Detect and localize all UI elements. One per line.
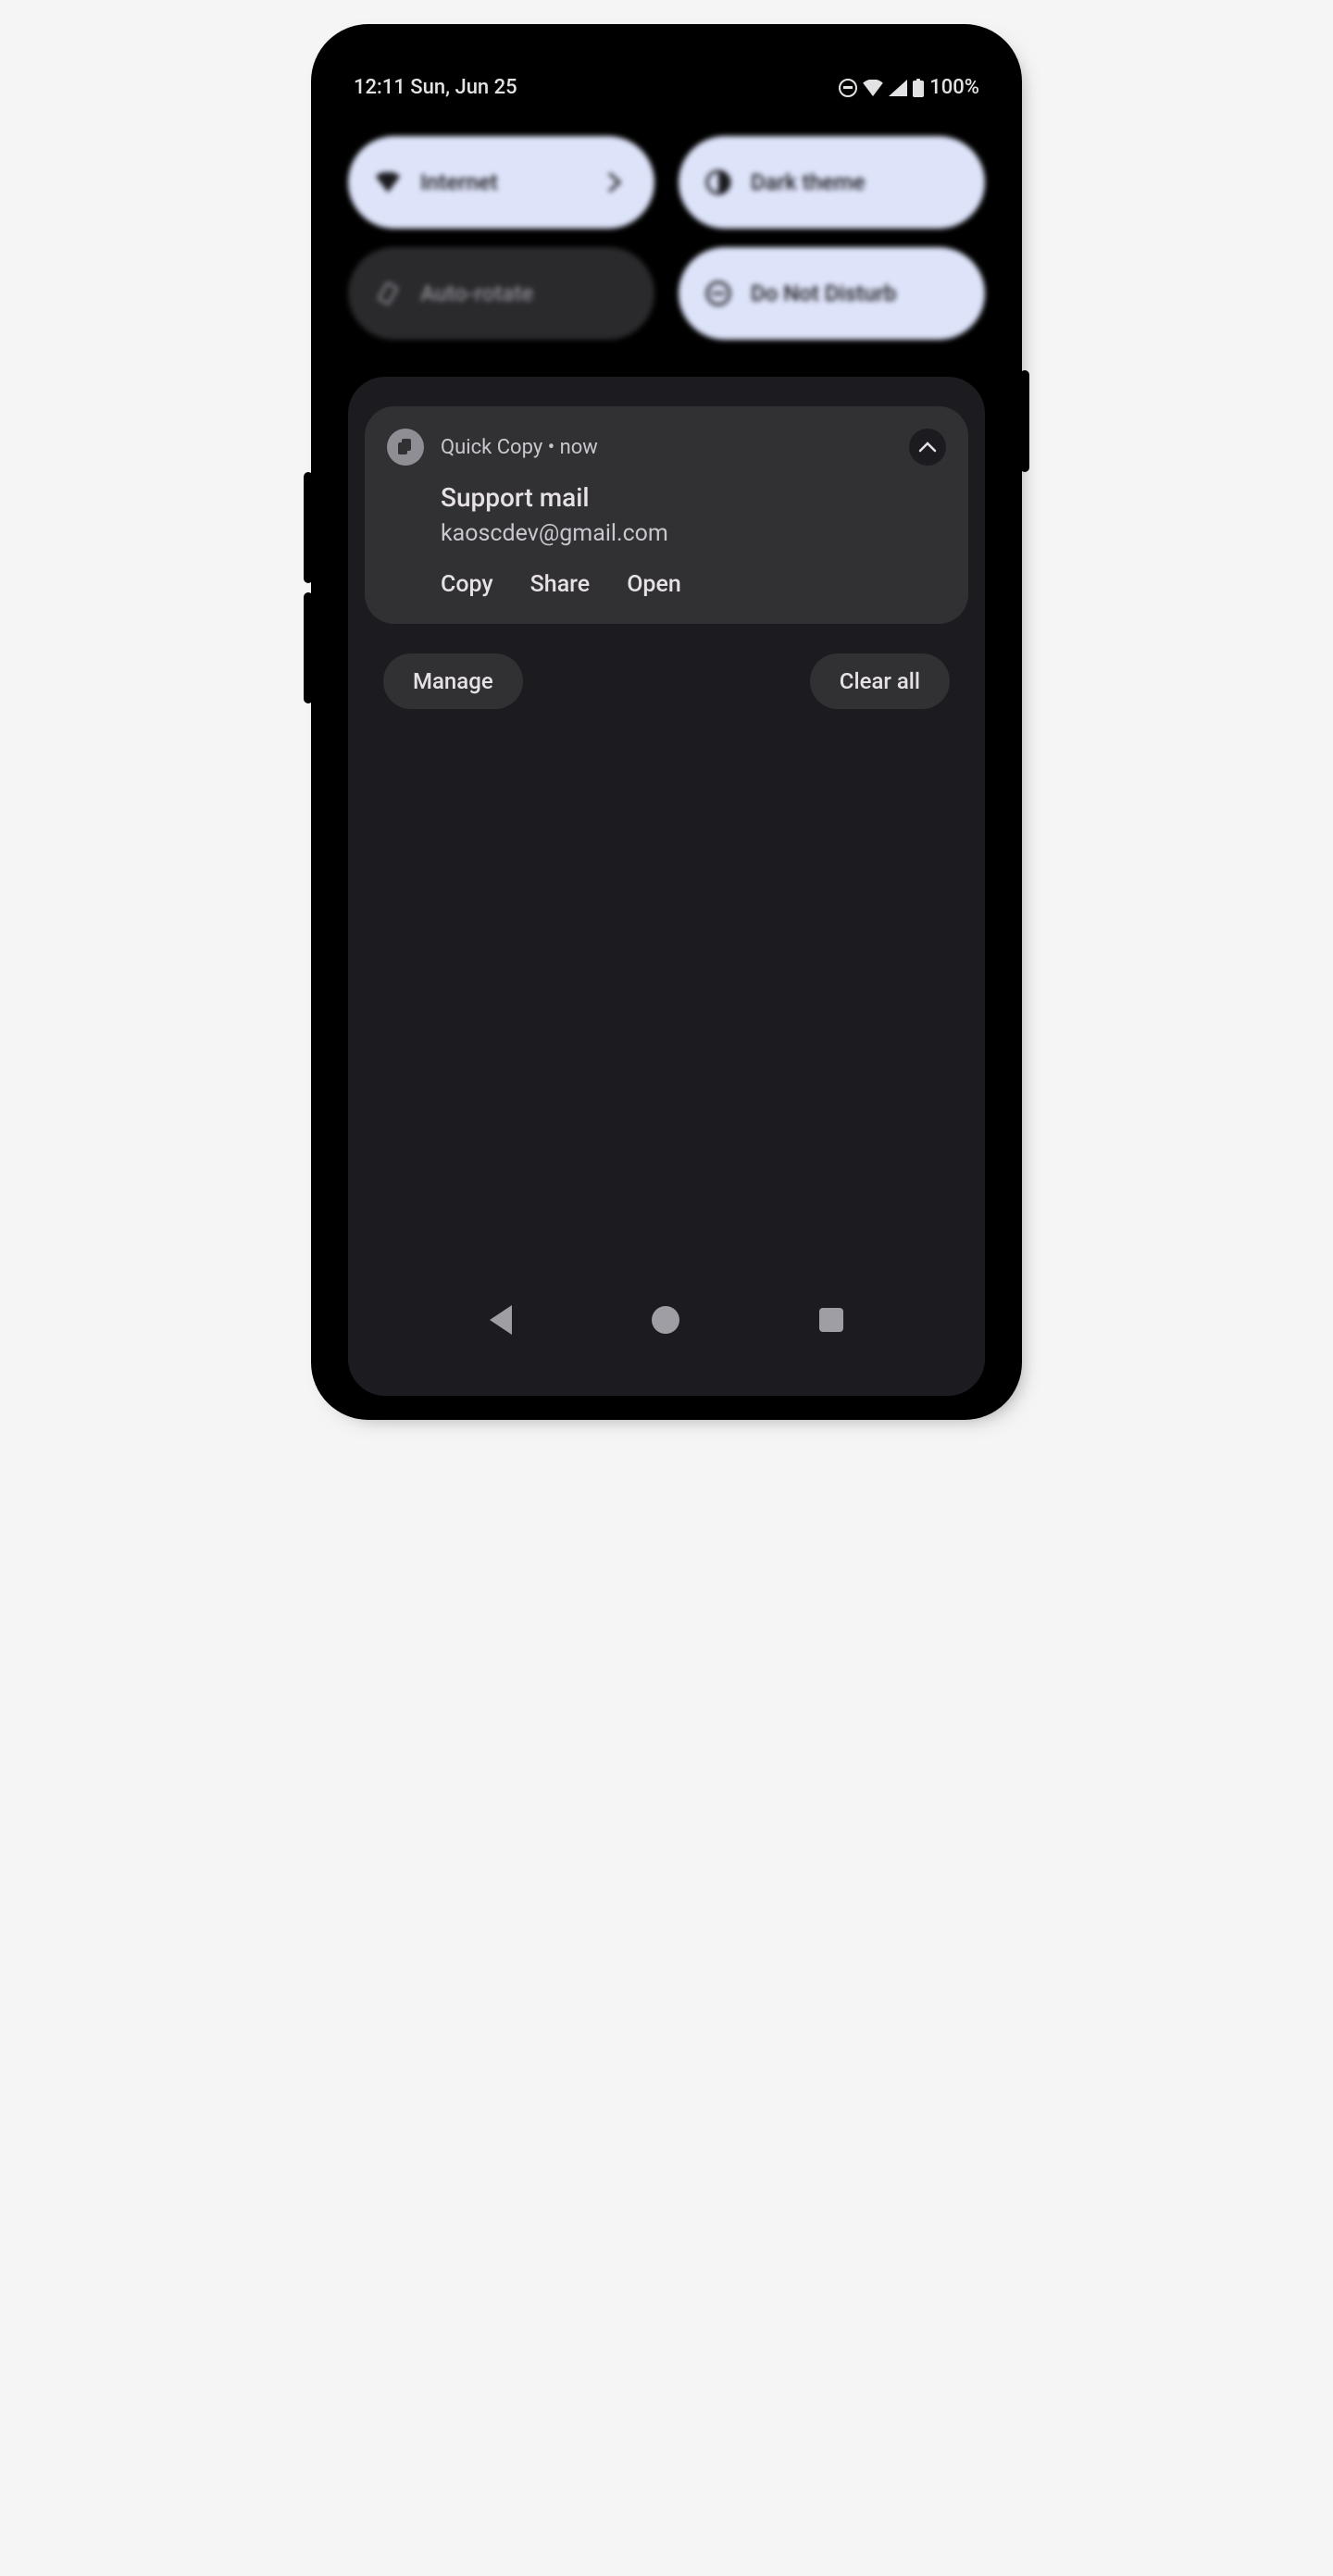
notification-card[interactable]: Quick Copy • now Support mail kaoscdev@g… [365, 406, 968, 624]
dnd-icon [704, 280, 732, 307]
notif-action-copy[interactable]: Copy [441, 571, 493, 598]
qs-dnd-label: Do Not Disturb [751, 280, 896, 306]
nav-home-button[interactable] [652, 1306, 679, 1334]
volume-down-button[interactable] [304, 592, 313, 703]
qs-auto-rotate-label: Auto-rotate [420, 280, 533, 306]
notification-time: now [560, 436, 598, 459]
signal-icon [889, 80, 907, 96]
clear-all-button[interactable]: Clear all [810, 653, 950, 709]
dnd-icon [839, 79, 857, 97]
nav-bar [365, 1283, 968, 1366]
volume-up-button[interactable] [304, 472, 313, 583]
qs-auto-rotate-tile[interactable]: Auto-rotate [348, 247, 654, 340]
qs-dark-theme-tile[interactable]: Dark theme [679, 136, 985, 229]
app-icon [387, 429, 424, 466]
power-button[interactable] [1020, 370, 1029, 472]
status-right: 100% [839, 76, 979, 99]
wifi-icon [863, 80, 883, 96]
status-bar: 12:11 Sun, Jun 25 100% [335, 63, 998, 108]
notification-header: Quick Copy • now [387, 429, 946, 466]
chevron-up-icon [918, 442, 937, 453]
manage-button[interactable]: Manage [383, 653, 523, 709]
auto-rotate-icon [374, 280, 402, 307]
notification-title: Support mail [441, 482, 946, 513]
battery-icon [913, 79, 924, 97]
screen: 12:11 Sun, Jun 25 100% [335, 63, 998, 1396]
notification-text: kaoscdev@gmail.com [441, 520, 946, 547]
chevron-right-icon [601, 168, 629, 196]
qs-internet-tile[interactable]: Internet [348, 136, 654, 229]
notif-action-share[interactable]: Share [530, 571, 591, 598]
qs-dark-theme-label: Dark theme [751, 169, 866, 195]
qs-internet-label: Internet [420, 169, 498, 195]
notification-panel: Quick Copy • now Support mail kaoscdev@g… [348, 377, 985, 1396]
wifi-icon [374, 168, 402, 196]
notif-action-open[interactable]: Open [627, 571, 681, 598]
qs-dnd-tile[interactable]: Do Not Disturb [679, 247, 985, 340]
collapse-button[interactable] [909, 429, 946, 466]
status-battery-pct: 100% [929, 76, 979, 99]
nav-recent-button[interactable] [819, 1308, 843, 1332]
phone-frame: 12:11 Sun, Jun 25 100% [324, 37, 1009, 1407]
notification-app-name: Quick Copy [441, 436, 542, 459]
quick-settings: Internet Dark theme Auto-rotate [335, 108, 998, 358]
dark-theme-icon [704, 168, 732, 196]
status-time-date: 12:11 Sun, Jun 25 [354, 76, 517, 99]
nav-back-button[interactable] [490, 1305, 512, 1335]
